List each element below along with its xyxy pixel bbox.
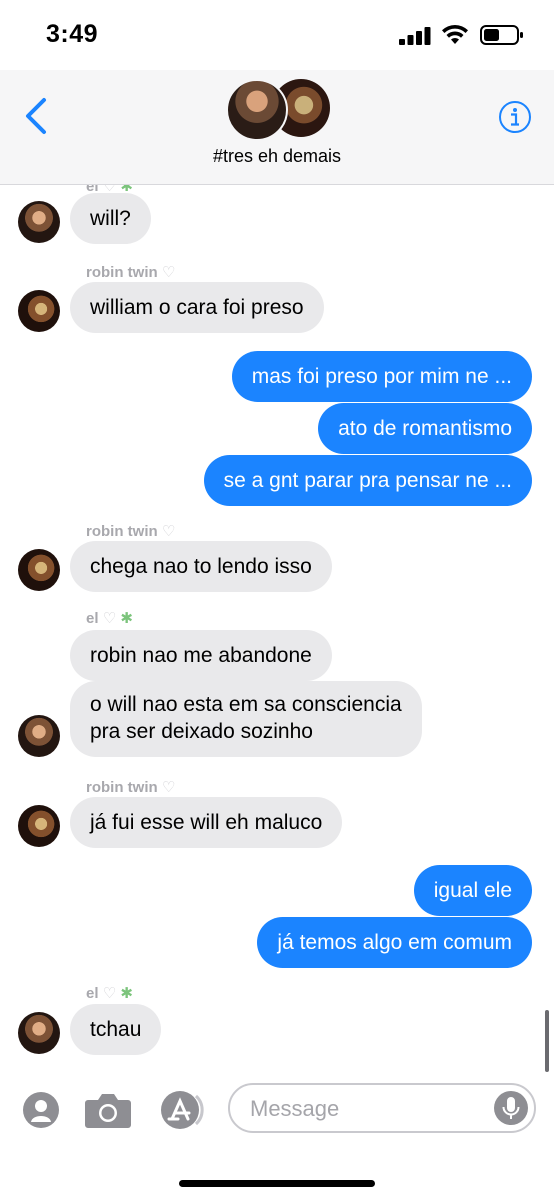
message-bubble[interactable]: chega nao to lendo isso <box>70 541 332 592</box>
message-bubble[interactable]: já temos algo em comum <box>257 917 532 968</box>
message-bubble[interactable]: ato de romantismo <box>318 403 532 454</box>
sender-label: robin twin ♡ <box>86 264 176 281</box>
sender-label: el ♡ ✱ <box>86 985 133 1002</box>
avatar[interactable] <box>18 1012 60 1054</box>
message-placeholder: Message <box>250 1096 340 1121</box>
white-heart-emoji: ♡ <box>161 779 176 796</box>
home-indicator[interactable] <box>179 1180 375 1187</box>
avatar[interactable] <box>18 201 60 243</box>
message-bubble[interactable]: igual ele <box>413 865 532 916</box>
wifi-icon <box>442 24 468 44</box>
message-line: pra ser deixado sozinho <box>90 720 313 743</box>
message-bubble[interactable]: william o cara foi preso <box>70 282 324 333</box>
sender-label: el ♡ ✱ <box>86 610 133 627</box>
status-bar: 3:49 <box>0 0 554 70</box>
message-bubble[interactable]: robin nao me abandone <box>70 630 332 681</box>
avatar[interactable] <box>18 290 60 332</box>
status-time: 3:49 <box>46 20 99 48</box>
message-bubble[interactable]: o will nao esta em sa consciencia pra se… <box>70 681 422 757</box>
camera-icon[interactable] <box>84 1091 132 1129</box>
fairy-emoji: ✱ <box>120 610 133 627</box>
info-icon[interactable] <box>498 100 532 134</box>
sender-label: robin twin ♡ <box>86 779 176 796</box>
microphone-icon[interactable] <box>494 1091 528 1125</box>
white-heart-emoji: ♡ <box>161 523 176 540</box>
message-input[interactable]: Message <box>228 1083 536 1133</box>
avatar[interactable] <box>18 715 60 757</box>
app-store-icon[interactable] <box>158 1090 208 1130</box>
battery-icon <box>480 25 523 45</box>
avatar <box>226 79 288 141</box>
message-line: o will nao esta em sa consciencia <box>90 693 402 716</box>
fairy-emoji: ✱ <box>120 985 133 1002</box>
chevron-left-icon[interactable] <box>22 96 50 136</box>
group-avatars[interactable] <box>226 79 330 141</box>
scrollbar[interactable] <box>545 1010 549 1072</box>
message-bubble[interactable]: já fui esse will eh maluco <box>70 797 343 848</box>
person-icon[interactable] <box>22 1091 60 1129</box>
sender-label: robin twin ♡ <box>86 523 176 540</box>
message-bubble[interactable]: mas foi preso por mim ne ... <box>231 351 532 402</box>
message-bubble[interactable]: se a gnt parar pra pensar ne ... <box>203 455 532 506</box>
message-bubble[interactable]: will? <box>70 193 151 244</box>
white-heart-emoji: ♡ <box>102 985 117 1002</box>
group-name[interactable]: #tres eh demais <box>0 146 554 167</box>
avatar[interactable] <box>18 549 60 591</box>
white-heart-emoji: ♡ <box>102 610 117 627</box>
white-heart-emoji: ♡ <box>161 264 176 281</box>
message-list[interactable]: el ♡ ✱ will? robin twin ♡ william o cara… <box>0 185 554 1073</box>
avatar[interactable] <box>18 805 60 847</box>
conversation-header: #tres eh demais <box>0 70 554 185</box>
cellular-signal-icon <box>399 27 431 45</box>
message-bubble[interactable]: tchau <box>70 1004 162 1055</box>
